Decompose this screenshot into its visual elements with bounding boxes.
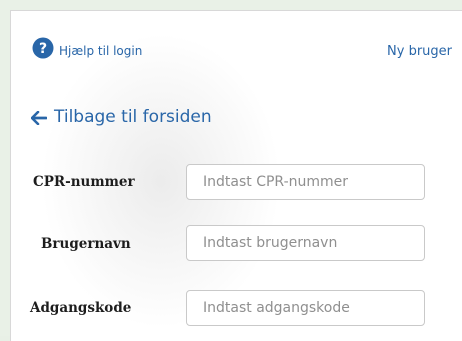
arrow-left-icon: [30, 110, 48, 126]
password-field-row: Adgangskode: [11, 287, 462, 327]
question-circle-icon: ?: [32, 37, 54, 59]
back-to-home-label: Tilbage til forsiden: [54, 107, 212, 127]
login-panel: ? Hjælp til login Ny bruger Tilbage til …: [10, 10, 462, 341]
page-background: ? Hjælp til login Ny bruger Tilbage til …: [0, 0, 462, 341]
cpr-field-row: CPR-nummer: [11, 161, 462, 201]
new-user-link[interactable]: Ny bruger: [387, 44, 452, 59]
cpr-label: CPR-nummer: [33, 174, 135, 190]
help-login-label: Hjælp til login: [59, 44, 143, 58]
svg-text:?: ?: [39, 41, 47, 57]
help-login-link[interactable]: ? Hjælp til login: [32, 37, 142, 59]
username-label: Brugernavn: [41, 236, 131, 252]
password-label: Adgangskode: [30, 300, 132, 316]
username-input[interactable]: [186, 225, 425, 261]
cpr-input[interactable]: [186, 164, 425, 200]
back-to-home-link[interactable]: Tilbage til forsiden: [30, 107, 212, 127]
password-input[interactable]: [186, 290, 425, 326]
username-field-row: Brugernavn: [11, 224, 462, 264]
